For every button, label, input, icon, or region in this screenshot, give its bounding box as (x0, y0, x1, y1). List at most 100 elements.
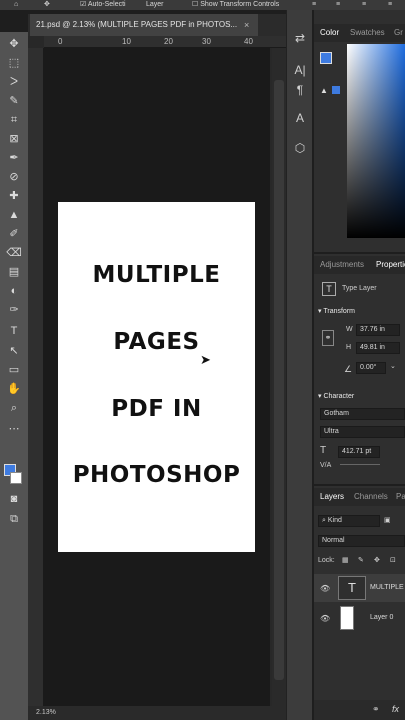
ruler-tick: 40 (244, 37, 253, 46)
tab-paths[interactable]: Pa (396, 488, 405, 506)
layer-row-pixel[interactable]: 👁 Layer 0 (314, 604, 405, 632)
visibility-eye-icon[interactable]: 👁 (320, 584, 330, 593)
height-field[interactable]: 49.81 in (356, 342, 400, 354)
angle-field[interactable]: 0.00° (356, 362, 386, 374)
font-family-field[interactable]: Gotham (320, 408, 405, 420)
lock-label: Lock: (318, 557, 335, 564)
lasso-tool-icon[interactable]: ᐳ (6, 75, 22, 89)
tracking-icon: V/A (320, 462, 332, 469)
align-right-icon[interactable]: ≡ (362, 0, 366, 9)
path-select-icon[interactable]: ↖ (6, 344, 22, 358)
marquee-tool-icon[interactable]: ⬚ (6, 56, 22, 70)
layer-row-text[interactable]: 👁 T MULTIPLE (314, 574, 405, 602)
move-tool-icon[interactable]: ✥ (44, 0, 50, 9)
text-layer-thumbnail: T (338, 576, 366, 600)
document-canvas[interactable]: MULTIPLE PAGES PDF IN PHOTOSHOP (58, 202, 255, 552)
quick-select-tool-icon[interactable]: ✎ (6, 94, 22, 108)
document-tab[interactable]: 21.psd @ 2.13% (MULTIPLE PAGES PDF in PH… (30, 14, 258, 36)
brush-tool-icon[interactable]: ✚ (6, 189, 22, 203)
pen-tool-icon[interactable]: ✑ (6, 303, 22, 317)
link-dimensions-icon[interactable]: ⚭ (322, 330, 334, 346)
tab-channels[interactable]: Channels (354, 488, 388, 506)
layers-footer: ⚭ fx (314, 700, 405, 720)
zoom-tool-icon[interactable]: ⌕ (6, 401, 22, 415)
panel-foreground-swatch[interactable] (320, 52, 332, 64)
align-left-icon[interactable]: ≡ (312, 0, 316, 9)
ruler-tick: 0 (58, 37, 63, 46)
history-panel-icon[interactable]: ⇄ (292, 30, 308, 46)
shape-tool-icon[interactable]: ▭ (6, 363, 22, 377)
visibility-eye-icon[interactable]: 👁 (320, 614, 330, 623)
tab-adjustments[interactable]: Adjustments (320, 256, 364, 274)
pixel-layer-thumbnail (340, 606, 354, 630)
lock-artboard-icon[interactable]: ⊡ (390, 556, 396, 564)
lock-transparency-icon[interactable]: ▦ (342, 556, 349, 564)
transform-controls-checkbox[interactable]: ☐ Show Transform Controls (192, 0, 279, 9)
paragraph-panel-icon[interactable]: ¶ (292, 82, 308, 98)
link-icon[interactable]: ⚭ (372, 704, 380, 715)
color-picker-field[interactable] (347, 44, 405, 238)
tab-properties[interactable]: Properties (376, 256, 405, 274)
type-layer-label: Type Layer (342, 285, 377, 292)
transform-controls-label: Show Transform Controls (200, 1, 280, 8)
eraser-tool-icon[interactable]: ⌫ (6, 246, 22, 260)
width-field[interactable]: 37.76 in (356, 324, 400, 336)
horizontal-ruler: 0 10 20 30 40 (44, 36, 286, 48)
font-size-icon: T (320, 445, 327, 456)
align-top-icon[interactable]: ≡ (388, 0, 392, 9)
move-tool-icon[interactable]: ✥ (6, 37, 22, 51)
history-brush-icon[interactable]: ✐ (6, 227, 22, 241)
tab-color[interactable]: Color (320, 24, 339, 42)
fx-icon[interactable]: fx (392, 704, 399, 714)
close-tab-icon[interactable]: × (244, 14, 256, 36)
healing-brush-icon[interactable]: ⊘ (6, 170, 22, 184)
gradient-tool-icon[interactable]: ▤ (6, 265, 22, 279)
glyphs-panel-icon[interactable]: A (292, 110, 308, 126)
background-color-swatch[interactable] (10, 472, 22, 484)
artboard-text-line: PAGES (113, 329, 200, 355)
angle-icon: ∠ (344, 364, 353, 374)
lock-image-icon[interactable]: ✎ (358, 556, 364, 564)
stamp-tool-icon[interactable]: ▲ (6, 208, 22, 222)
cursor-move-icon: ➤ (200, 352, 211, 367)
character-section-title[interactable]: ▾ Character (318, 392, 354, 400)
layer-select[interactable]: Layer (146, 0, 164, 9)
font-size-field[interactable]: 412.71 pt (338, 446, 380, 458)
3d-panel-icon[interactable]: ⬡ (292, 140, 308, 156)
width-label: W (346, 326, 353, 333)
font-style-field[interactable]: Ultra (320, 426, 405, 438)
layer-name[interactable]: Layer 0 (370, 614, 393, 621)
more-tools-icon[interactable]: ⋯ (6, 422, 22, 436)
tab-layers[interactable]: Layers (320, 488, 344, 506)
tab-gradients[interactable]: Gr (394, 24, 403, 42)
auto-select-label: Auto-Selecti (87, 1, 126, 8)
screen-mode-icon[interactable]: ⧉ (6, 512, 22, 526)
tab-swatches[interactable]: Swatches (350, 24, 385, 42)
options-bar: ⌂ ✥ ☑ Auto-Selecti Layer ☐ Show Transfor… (0, 0, 405, 10)
layer-name[interactable]: MULTIPLE (370, 584, 404, 591)
type-tool-icon[interactable]: T (6, 324, 22, 338)
align-center-icon[interactable]: ≡ (336, 0, 340, 9)
quick-mask-icon[interactable]: ◙ (6, 492, 22, 506)
eyedropper-tool-icon[interactable]: ✒ (6, 151, 22, 165)
lock-position-icon[interactable]: ✥ (374, 556, 380, 564)
frame-tool-icon[interactable]: ⊠ (6, 132, 22, 146)
blur-tool-icon[interactable]: ◐ (6, 284, 22, 298)
character-panel-icon[interactable]: A| (292, 62, 308, 78)
scrollbar-thumb[interactable] (274, 80, 284, 680)
hand-tool-icon[interactable]: ✋ (6, 382, 22, 396)
status-bar: 2.13% (28, 706, 286, 720)
tracking-field[interactable] (340, 464, 380, 465)
height-label: H (346, 344, 352, 351)
auto-select-checkbox[interactable]: ☑ Auto-Selecti (80, 0, 126, 9)
ruler-tick: 30 (202, 37, 211, 46)
blend-mode-select[interactable]: Normal (318, 535, 405, 547)
home-icon[interactable]: ⌂ (14, 0, 18, 9)
filter-image-icon[interactable]: ▣ (384, 516, 391, 524)
crop-tool-icon[interactable]: ⌗ (6, 113, 22, 127)
layer-filter-kind[interactable]: ⌕ Kind (318, 515, 380, 527)
transform-section-title[interactable]: ▾ Transform (318, 307, 355, 315)
vertical-ruler (28, 48, 44, 706)
angle-dropdown-icon[interactable]: ⌄ (390, 362, 396, 370)
web-safe-swatch[interactable] (332, 86, 340, 94)
